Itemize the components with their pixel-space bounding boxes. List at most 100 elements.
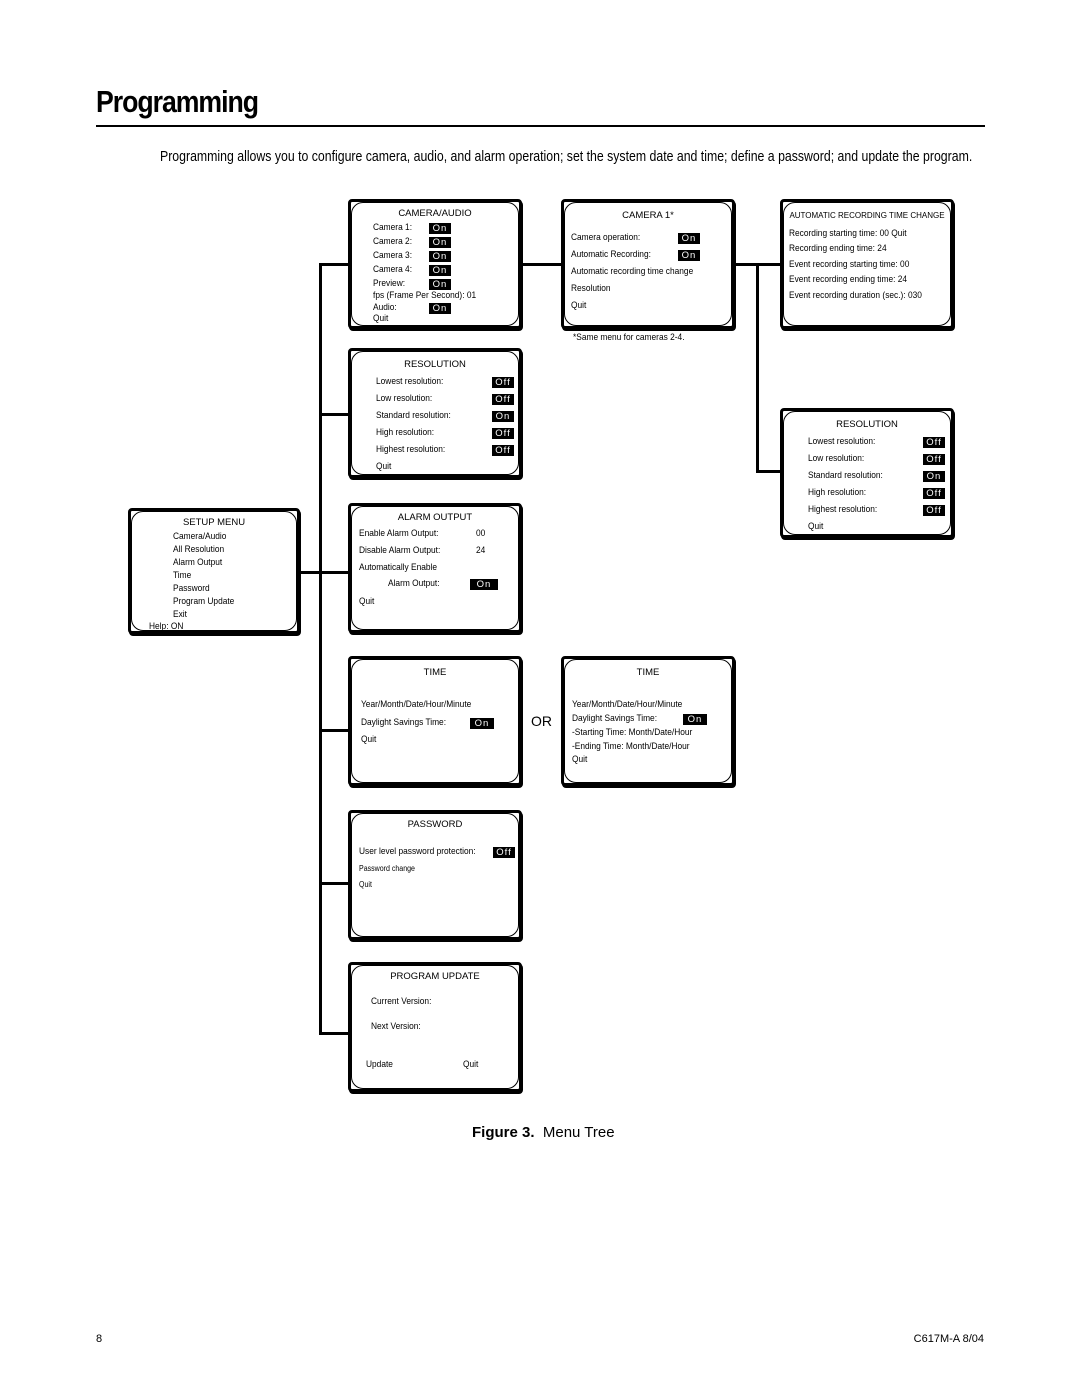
fps-setting[interactable]: fps (Frame Per Second): 01 (373, 290, 476, 302)
camera-1-toggle[interactable]: On (429, 223, 451, 234)
cam-low-resolution-toggle[interactable]: Off (923, 454, 945, 465)
page-title: Programming (96, 84, 259, 119)
menu-item-time[interactable]: Time (173, 570, 191, 582)
camera-3-toggle[interactable]: On (429, 251, 451, 262)
cam-highest-resolution-toggle[interactable]: Off (923, 505, 945, 516)
time-alt-end[interactable]: -Ending Time: Month/Date/Hour (572, 741, 690, 753)
connector-cam1-res-vertical (756, 263, 759, 473)
camera-4-label: Camera 4: (373, 264, 413, 275)
connector-alarm (319, 571, 350, 574)
time-alt-datetime-setting[interactable]: Year/Month/Date/Hour/Minute (572, 699, 682, 711)
time-datetime-setting[interactable]: Year/Month/Date/Hour/Minute (361, 699, 471, 711)
cam-standard-resolution-label: Standard resolution: (808, 470, 883, 481)
time-alt-dst-toggle[interactable]: On (683, 714, 707, 725)
cam-high-resolution-label: High resolution: (808, 487, 867, 498)
recording-start-time[interactable]: Recording starting time: 00 Quit (789, 228, 907, 240)
disable-alarm-output-value[interactable]: 24 (476, 545, 485, 557)
camera-2-toggle[interactable]: On (429, 237, 451, 248)
alarm-output-title: ALARM OUTPUT (397, 512, 473, 523)
connector-cam1-res (756, 470, 782, 473)
cam-lowest-resolution-toggle[interactable]: Off (923, 437, 945, 448)
connector-trunk-vertical (319, 263, 322, 1035)
camera-operation-label: Camera operation: (571, 232, 641, 243)
intro-paragraph: Programming allows you to configure came… (160, 148, 973, 165)
event-recording-duration[interactable]: Event recording duration (sec.): 030 (789, 290, 922, 302)
auto-enable-sub-label: Alarm Output: (388, 578, 440, 589)
lowest-resolution-toggle[interactable]: Off (492, 377, 514, 388)
update-button[interactable]: Update (366, 1059, 393, 1071)
camera1-screen: CAMERA 1* Camera operation: On Automatic… (561, 199, 735, 329)
menu-item-program-update[interactable]: Program Update (173, 596, 234, 608)
current-version-label: Current Version: (371, 996, 432, 1007)
standard-resolution-toggle[interactable]: On (492, 411, 514, 422)
high-resolution-toggle[interactable]: Off (492, 428, 514, 439)
page-number: 8 (96, 1333, 103, 1345)
document-code: C617M-A 8/04 (913, 1333, 984, 1345)
password-change[interactable]: Password change (359, 863, 415, 875)
cam-resolution-quit[interactable]: Quit (808, 521, 823, 533)
cam-standard-resolution-toggle[interactable]: On (923, 471, 945, 482)
low-resolution-toggle[interactable]: Off (492, 394, 514, 405)
camera-operation-toggle[interactable]: On (678, 233, 700, 244)
or-label: OR (531, 713, 552, 729)
auto-enable-alarm-toggle[interactable]: On (470, 579, 498, 590)
recording-end-time[interactable]: Recording ending time: 24 (789, 243, 887, 255)
cam-high-resolution-toggle[interactable]: Off (923, 488, 945, 499)
automatic-recording-toggle[interactable]: On (678, 250, 700, 261)
camera-4-toggle[interactable]: On (429, 265, 451, 276)
camera1-quit[interactable]: Quit (571, 300, 586, 312)
camera-audio-screen: CAMERA/AUDIO Camera 1: On Camera 2: On C… (348, 199, 522, 329)
time-alt-screen: TIME Year/Month/Date/Hour/Minute Dayligh… (561, 656, 735, 786)
enable-alarm-output-value[interactable]: 00 (476, 528, 485, 540)
time-alt-start[interactable]: -Starting Time: Month/Date/Hour (572, 727, 692, 739)
time-quit[interactable]: Quit (361, 734, 376, 746)
high-resolution-label: High resolution: (376, 427, 435, 438)
connector-camera-audio (319, 263, 350, 266)
preview-label: Preview: (373, 278, 406, 289)
time-dst-toggle[interactable]: On (470, 718, 494, 729)
auto-rec-time-screen: AUTOMATIC RECORDING TIME CHANGE Recordin… (780, 199, 954, 329)
time-alt-title: TIME (636, 667, 660, 678)
program-update-screen: PROGRAM UPDATE Current Version: Next Ver… (348, 962, 522, 1092)
highest-resolution-toggle[interactable]: Off (492, 445, 514, 456)
connector-time (319, 729, 350, 732)
audio-toggle[interactable]: On (429, 303, 451, 314)
menu-item-password[interactable]: Password (173, 583, 210, 595)
preview-toggle[interactable]: On (429, 279, 451, 290)
camera-audio-title: CAMERA/AUDIO (398, 208, 472, 219)
time-alt-quit[interactable]: Quit (572, 754, 587, 766)
menu-item-camera-audio[interactable]: Camera/Audio (173, 531, 226, 543)
event-recording-start-time[interactable]: Event recording starting time: 00 (789, 259, 909, 271)
event-recording-end-time[interactable]: Event recording ending time: 24 (789, 274, 907, 286)
menu-item-all-resolution[interactable]: All Resolution (173, 544, 224, 556)
menu-item-resolution[interactable]: Resolution (571, 283, 611, 295)
connector-resolution (319, 413, 350, 416)
resolution-quit[interactable]: Quit (376, 461, 391, 473)
resolution-title: RESOLUTION (404, 359, 466, 370)
auto-enable-label: Automatically Enable (359, 562, 438, 573)
camera1-title: CAMERA 1* (622, 210, 674, 221)
lowest-resolution-label: Lowest resolution: (376, 376, 444, 387)
connector-password (319, 882, 350, 885)
menu-item-auto-rec-time-change[interactable]: Automatic recording time change (571, 266, 693, 278)
low-resolution-label: Low resolution: (376, 393, 433, 404)
help-status: Help: ON (149, 621, 184, 632)
connector-camaudio-cam1 (520, 263, 562, 266)
next-version-label: Next Version: (371, 1021, 421, 1032)
camera-resolution-title: RESOLUTION (836, 419, 898, 430)
menu-item-exit[interactable]: Exit (173, 609, 187, 621)
password-protection-toggle[interactable]: Off (493, 847, 515, 858)
menu-item-alarm-output[interactable]: Alarm Output (173, 557, 222, 569)
time-dst-label: Daylight Savings Time: (361, 717, 447, 728)
camera-resolution-screen: RESOLUTION Lowest resolution: Off Low re… (780, 408, 954, 538)
time-screen: TIME Year/Month/Date/Hour/Minute Dayligh… (348, 656, 522, 786)
password-title: PASSWORD (407, 819, 463, 830)
camera-3-label: Camera 3: (373, 250, 413, 261)
figure-label: Figure 3. (472, 1124, 535, 1141)
password-quit[interactable]: Quit (359, 879, 372, 891)
alarm-output-quit[interactable]: Quit (359, 596, 374, 608)
setup-menu-screen: SETUP MENU Camera/Audio All Resolution A… (128, 508, 300, 634)
camera-audio-quit[interactable]: Quit (373, 313, 388, 325)
password-protection-label: User level password protection: (359, 846, 476, 857)
program-update-quit[interactable]: Quit (463, 1059, 478, 1071)
